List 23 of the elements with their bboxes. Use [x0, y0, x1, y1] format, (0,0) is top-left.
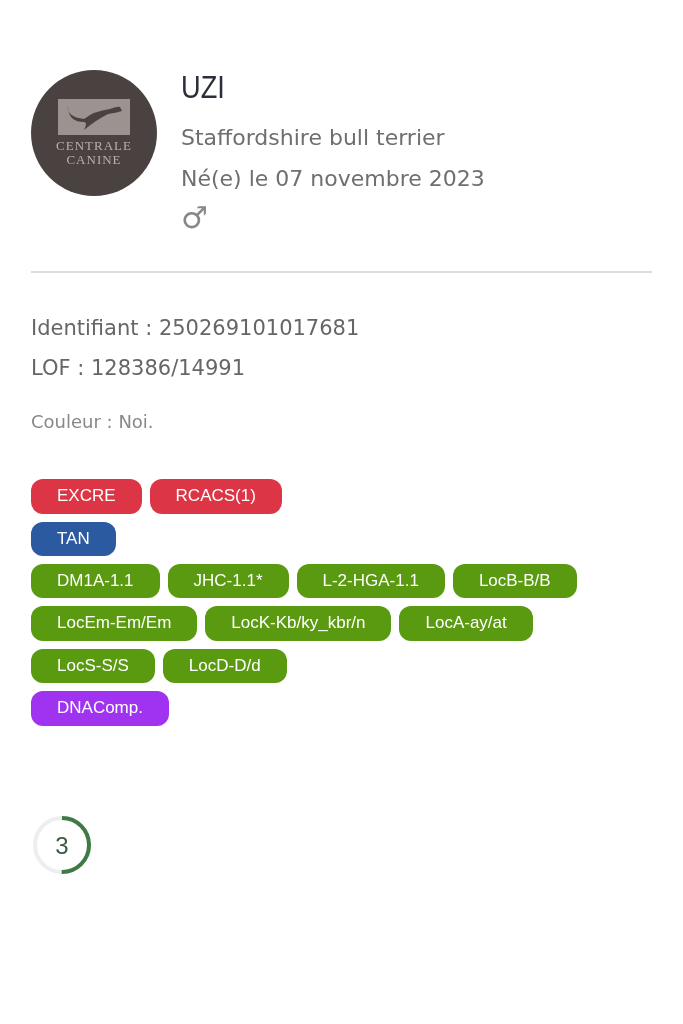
tag-badge: LocEm-Em/Em — [31, 606, 198, 641]
tag-badge: LocD-D/d — [162, 648, 287, 684]
logo-text: CANINE — [66, 153, 122, 168]
tag-badge: RCACS(1) — [149, 479, 282, 514]
tag-badge: DNAComp. — [31, 691, 169, 726]
tag-badge: LocB-B/B — [452, 563, 577, 599]
sex-icon: ♂ — [181, 203, 208, 234]
tag-badge: LocK-Kb/ky_kbr/n — [205, 606, 392, 641]
score-value: 3 — [55, 831, 69, 859]
birth-date: Né(e) le 07 novembre 2023 — [181, 165, 485, 194]
tag-badge: LocA-ay/at — [399, 606, 533, 641]
identifier-text: LOF : 128386/14991 — [31, 354, 247, 382]
logo-text: CENTRALE — [56, 138, 132, 153]
color-text: Couleur : Noi. — [31, 410, 155, 435]
tag-badge: TAN — [31, 521, 116, 556]
identifier-text: Identifiant : 250269101017681 — [31, 315, 361, 343]
breed-text: Staffordshire bull terrier — [181, 124, 446, 153]
tag-badge: EXCRE — [31, 479, 142, 514]
dog-name: UZI — [181, 70, 226, 106]
tag-badge: LocS-S/S — [31, 648, 155, 684]
tag-badge: JHC-1.1* — [167, 563, 289, 599]
tag-badge: L-2-HGA-1.1 — [296, 563, 445, 599]
tag-badge: DM1A-1.1 — [31, 563, 160, 599]
